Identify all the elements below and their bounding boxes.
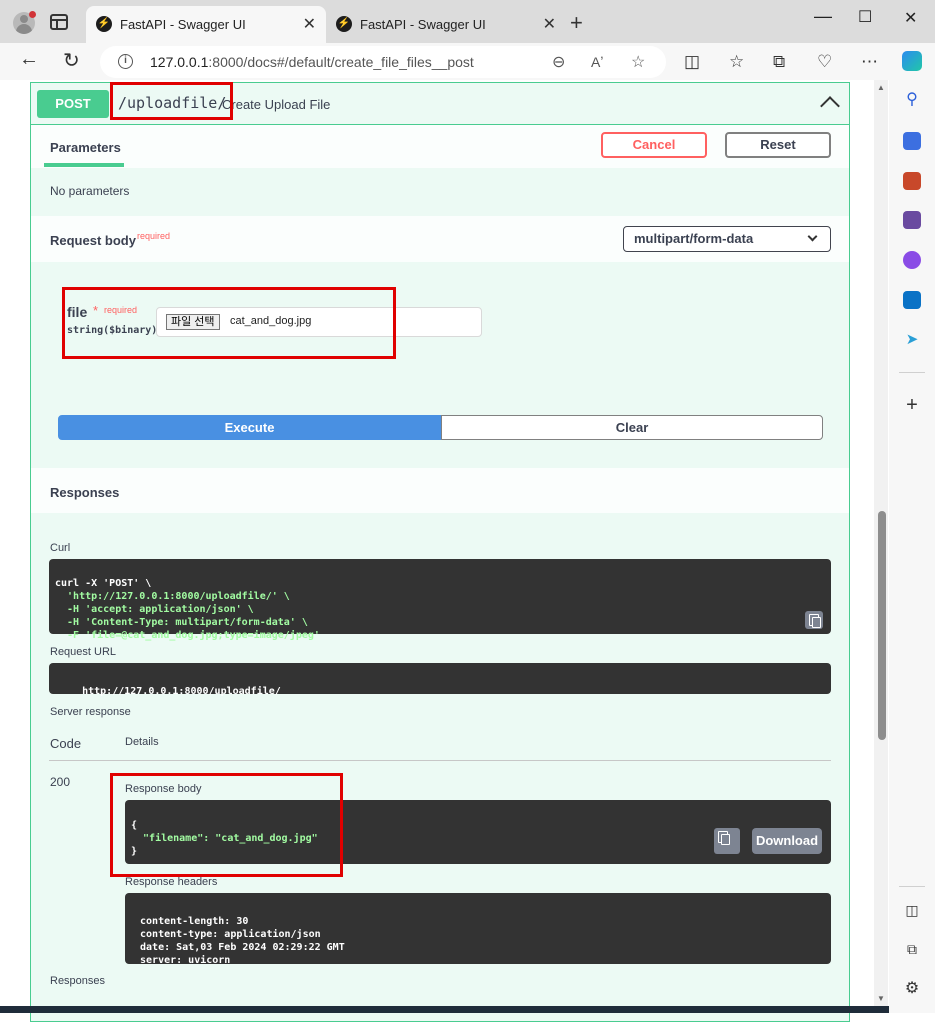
browser-tab-active[interactable]: ⚡ FastAPI - Swagger UI ✕	[86, 6, 326, 43]
method-badge: POST	[37, 90, 109, 118]
fastapi-favicon-icon: ⚡	[96, 16, 112, 32]
copy-clipboard-icon[interactable]	[805, 611, 823, 629]
curl-label: Curl	[50, 542, 71, 554]
responses-footer-title: Responses	[50, 975, 106, 987]
read-aloud-icon[interactable]: Aʼ	[591, 54, 603, 70]
highlight-box	[110, 773, 343, 877]
shopping-tag-icon[interactable]	[903, 132, 921, 150]
response-header-line: date: Sat,03 Feb 2024 02:29:22 GMT	[134, 942, 345, 953]
split-screen-icon[interactable]: ◫	[684, 52, 700, 72]
required-label: required	[137, 231, 171, 241]
curl-line: curl -X 'POST' \	[55, 578, 152, 589]
add-icon[interactable]: +	[903, 395, 921, 415]
responses-header: Responses	[31, 468, 849, 513]
taskbar-strip	[0, 1006, 889, 1013]
content-type-select[interactable]: multipart/form-data	[623, 226, 831, 252]
zoom-icon[interactable]: ⊖	[552, 52, 565, 72]
tab-title: FastAPI - Swagger UI	[360, 17, 486, 32]
request-body-header: Request body required multipart/form-dat…	[31, 216, 849, 262]
back-arrow-icon[interactable]: ←	[19, 48, 39, 71]
response-headers-label: Response headers	[125, 876, 218, 888]
response-header-line: server: uvicorn	[134, 955, 231, 966]
browser-tab-strip: ⚡ FastAPI - Swagger UI ✕ ⚡ FastAPI - Swa…	[0, 0, 935, 43]
games-icon[interactable]	[903, 211, 921, 229]
request-url-value: http://127.0.0.1:8000/uploadfile/	[82, 686, 281, 697]
tab-title: FastAPI - Swagger UI	[120, 17, 246, 32]
server-response-label: Server response	[50, 706, 131, 718]
send-icon[interactable]: ➤	[903, 331, 921, 349]
code-column-header: Code	[50, 736, 82, 751]
response-headers-block[interactable]: content-length: 30 content-type: applica…	[125, 893, 831, 966]
tab-close-icon[interactable]: ✕	[303, 14, 316, 34]
more-menu-icon[interactable]: ⋯	[861, 52, 878, 72]
curl-line: -H 'accept: application/json' \	[55, 604, 254, 615]
outlook-icon[interactable]	[903, 291, 921, 309]
operation-block: POST /uploadfile/ Create Upload File Par…	[30, 82, 850, 1022]
details-column-header: Details	[125, 736, 159, 748]
table-divider	[49, 760, 831, 761]
page-scrollbar-thumb[interactable]	[878, 511, 886, 740]
response-header-line: content-type: application/json	[134, 929, 321, 940]
close-window-icon[interactable]: ✕	[904, 8, 917, 28]
search-icon[interactable]: ⚲	[903, 91, 921, 109]
open-external-icon[interactable]: ⧉	[903, 940, 921, 958]
tools-icon[interactable]	[903, 172, 921, 190]
site-info-icon[interactable]: i	[118, 54, 133, 69]
parameters-header: Parameters Cancel Reset	[31, 125, 849, 168]
chevron-down-icon	[807, 231, 818, 242]
no-parameters-text: No parameters	[50, 184, 130, 198]
browser-essentials-icon[interactable]: ♡	[817, 52, 832, 72]
microsoft-365-icon[interactable]	[903, 251, 921, 269]
refresh-icon[interactable]: ↻	[63, 48, 80, 73]
request-body-title: Request body	[50, 233, 136, 248]
download-button[interactable]: Download	[752, 828, 822, 854]
curl-line: -F 'file=@cat_and_dog.jpg;type=image/jpe…	[55, 630, 320, 641]
request-url-block[interactable]: http://127.0.0.1:8000/uploadfile/	[49, 663, 831, 697]
settings-gear-icon[interactable]: ⚙	[903, 980, 921, 998]
copilot-icon[interactable]	[902, 51, 922, 71]
status-code: 200	[50, 775, 71, 789]
execute-button[interactable]: Execute	[58, 415, 441, 440]
operation-description: Create Upload File	[222, 97, 331, 112]
browser-toolbar: ← ↻ i 127.0.0.1:8000/docs#/default/creat…	[0, 43, 935, 80]
request-url-label: Request URL	[50, 646, 117, 658]
curl-code-block[interactable]: curl -X 'POST' \ 'http://127.0.0.1:8000/…	[49, 559, 831, 641]
tab-active-underline	[44, 163, 124, 167]
copy-clipboard-icon[interactable]	[714, 828, 740, 854]
curl-line: -H 'Content-Type: multipart/form-data' \	[55, 617, 308, 628]
address-bar[interactable]: i 127.0.0.1:8000/docs#/default/create_fi…	[100, 46, 666, 78]
scroll-up-arrow-icon[interactable]: ▲	[877, 83, 885, 92]
favorites-icon[interactable]: ☆	[729, 52, 744, 72]
hide-sidebar-icon[interactable]: ◫	[903, 901, 921, 919]
minimize-icon[interactable]: —	[814, 6, 832, 27]
tab-parameters[interactable]: Parameters	[50, 140, 121, 155]
collapse-chevron-icon[interactable]	[820, 96, 840, 116]
response-header-line: content-length: 30	[134, 916, 249, 927]
highlight-box	[62, 287, 396, 359]
favorite-star-icon[interactable]: ☆	[631, 52, 645, 72]
tab-close-icon[interactable]: ✕	[543, 14, 556, 34]
tab-actions-icon[interactable]	[50, 14, 68, 30]
fastapi-favicon-icon: ⚡	[336, 16, 352, 32]
highlight-box	[110, 82, 233, 120]
clear-button[interactable]: Clear	[441, 415, 823, 440]
new-tab-icon[interactable]: +	[570, 10, 583, 36]
edge-sidebar: ⚲ ➤ + ◫ ⧉ ⚙	[889, 80, 935, 1013]
scroll-down-arrow-icon[interactable]: ▼	[877, 994, 885, 1003]
sidebar-divider	[899, 886, 925, 887]
collections-icon[interactable]: ⧉	[773, 52, 785, 72]
curl-line: 'http://127.0.0.1:8000/uploadfile/' \	[55, 591, 290, 602]
content-type-value: multipart/form-data	[634, 231, 754, 246]
cancel-button[interactable]: Cancel	[601, 132, 707, 158]
sidebar-divider	[899, 372, 925, 373]
address-url[interactable]: 127.0.0.1:8000/docs#/default/create_file…	[150, 54, 474, 70]
maximize-icon[interactable]: ☐	[858, 7, 872, 27]
responses-title: Responses	[50, 485, 120, 500]
profile-notification-dot	[29, 11, 36, 18]
browser-tab-inactive[interactable]: ⚡ FastAPI - Swagger UI ✕	[326, 6, 566, 43]
reset-button[interactable]: Reset	[725, 132, 831, 158]
